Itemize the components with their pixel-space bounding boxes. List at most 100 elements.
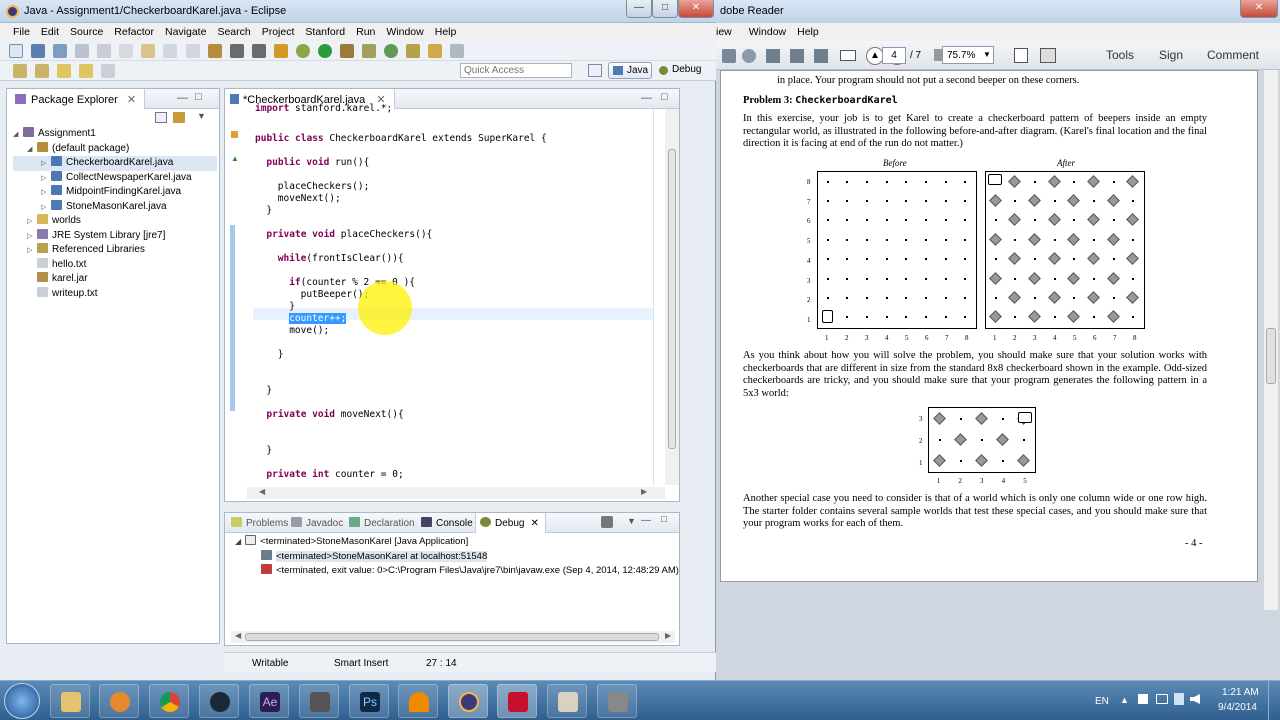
- tools-button[interactable]: Tools: [1106, 48, 1134, 62]
- debug-item-target[interactable]: <terminated>StoneMasonKarel at localhost…: [235, 549, 675, 565]
- perspective-debug-button[interactable]: Debug: [656, 62, 708, 79]
- code-area[interactable]: import stanford.karel.*; public class Che…: [255, 103, 655, 483]
- menu-source[interactable]: Source: [70, 26, 103, 38]
- taskbar-paint-button[interactable]: [547, 684, 587, 718]
- menu-project[interactable]: Project: [262, 26, 295, 38]
- tree-item[interactable]: ▷ worlds: [13, 214, 217, 229]
- menu-view[interactable]: iew: [716, 26, 732, 38]
- tree-item[interactable]: ▷ JRE System Library [jre7]: [13, 228, 217, 245]
- taskbar-film-button[interactable]: [299, 684, 339, 718]
- taskbar-chrome-button[interactable]: [149, 684, 189, 718]
- code-line[interactable]: private void placeCheckers(){: [266, 229, 432, 241]
- tab-console[interactable]: Console: [421, 517, 473, 529]
- package-explorer-tab[interactable]: Package Explorer ✕: [7, 89, 146, 109]
- menu-run[interactable]: Run: [356, 26, 375, 38]
- new-class-icon[interactable]: [384, 44, 399, 58]
- next-annotation-icon[interactable]: [13, 64, 27, 78]
- new-package-icon[interactable]: [362, 44, 376, 58]
- tab-debug[interactable]: Debug ✕: [475, 513, 546, 533]
- maximize-view-icon[interactable]: □: [661, 91, 668, 103]
- cut-icon[interactable]: [97, 44, 112, 58]
- karel-run-icon[interactable]: [229, 44, 244, 58]
- show-desktop-button[interactable]: [1268, 681, 1280, 720]
- debug-item-process[interactable]: <terminated, exit value: 0>C:\Program Fi…: [235, 564, 679, 579]
- debug-icon[interactable]: [295, 44, 310, 58]
- save-all-icon[interactable]: [53, 44, 68, 58]
- menu-navigate[interactable]: Navigate: [165, 26, 206, 38]
- tab-declaration[interactable]: Declaration: [349, 517, 415, 529]
- expand-arrow-icon[interactable]: ◢: [27, 143, 37, 158]
- expand-arrow-icon[interactable]: ◢: [13, 128, 23, 143]
- scroll-right-icon[interactable]: ▶: [641, 487, 647, 496]
- minimize-view-icon[interactable]: —: [641, 515, 651, 526]
- maximize-view-icon[interactable]: □: [661, 514, 667, 525]
- zoom-select[interactable]: 75.7% ▼: [942, 46, 994, 64]
- bottom-scroll-thumb[interactable]: [245, 633, 659, 641]
- menu-window[interactable]: Window: [749, 26, 786, 38]
- menu-search[interactable]: Search: [217, 26, 250, 38]
- last-edit-icon[interactable]: [101, 64, 116, 78]
- display-icon[interactable]: [1156, 694, 1168, 704]
- build-icon[interactable]: [207, 44, 222, 58]
- code-line[interactable]: public class CheckerboardKarel extends S…: [255, 133, 547, 145]
- code-line[interactable]: move();: [289, 325, 329, 337]
- volume-icon[interactable]: [1190, 694, 1200, 704]
- open-icon[interactable]: [766, 49, 780, 63]
- code-line[interactable]: public void run(){: [266, 157, 369, 169]
- minimize-view-icon[interactable]: —: [177, 92, 188, 104]
- adobe-scroll-thumb[interactable]: [1266, 328, 1276, 384]
- vertical-scrollbar[interactable]: [665, 109, 679, 485]
- karel-debug-icon[interactable]: [251, 44, 266, 58]
- vertical-scroll-thumb[interactable]: [668, 149, 676, 449]
- remove-all-terminated-icon[interactable]: [601, 516, 613, 528]
- collapse-arrow-icon[interactable]: ▷: [41, 201, 51, 216]
- back-icon[interactable]: [57, 64, 72, 78]
- menu-help[interactable]: Help: [435, 26, 457, 38]
- tree-item[interactable]: ▷ Referenced Libraries: [13, 243, 217, 258]
- taskbar-vlc-button[interactable]: [398, 684, 438, 718]
- menu-window[interactable]: Window: [386, 26, 423, 38]
- tree-item[interactable]: writeup.txt: [13, 286, 217, 302]
- collapse-arrow-icon[interactable]: ▷: [27, 244, 37, 259]
- task-icon[interactable]: [450, 44, 465, 58]
- close-button[interactable]: ✕: [678, 0, 714, 18]
- taskbar-after-effects-button[interactable]: Ae: [249, 684, 289, 718]
- collapse-arrow-icon[interactable]: ▷: [27, 230, 37, 245]
- tree-item[interactable]: ▷ CollectNewspaperKarel.java: [13, 170, 217, 186]
- collapse-arrow-icon[interactable]: ▷: [41, 157, 51, 172]
- start-button[interactable]: [4, 683, 40, 719]
- redo-icon[interactable]: [185, 44, 200, 58]
- tree-item[interactable]: ▷ StoneMasonKarel.java: [13, 199, 217, 216]
- maximize-button[interactable]: □: [652, 0, 678, 18]
- code-line[interactable]: private int counter = 0;: [266, 469, 403, 481]
- new-icon[interactable]: [9, 44, 23, 58]
- open-type-icon[interactable]: [406, 44, 421, 58]
- menu-help[interactable]: Help: [797, 26, 819, 38]
- tree-item[interactable]: ▷ CheckerboardKarel.java: [13, 156, 217, 171]
- code-line[interactable]: counter++;: [289, 313, 347, 325]
- taskbar-acrobat-button[interactable]: [497, 684, 537, 718]
- scroll-right-icon[interactable]: ▶: [665, 631, 671, 640]
- open-perspective-icon[interactable]: [588, 64, 602, 77]
- taskbar-karel-button[interactable]: [597, 684, 637, 718]
- horizontal-scrollbar[interactable]: ◀ ▶: [247, 487, 665, 499]
- collapse-arrow-icon[interactable]: ▷: [41, 186, 51, 201]
- undo-icon[interactable]: [163, 44, 178, 58]
- close-icon[interactable]: ✕: [127, 94, 136, 106]
- code-line[interactable]: moveNext();: [278, 193, 341, 205]
- paste-icon[interactable]: [141, 44, 156, 58]
- page-number-field[interactable]: 4: [882, 47, 906, 64]
- menu-refactor[interactable]: Refactor: [114, 26, 154, 38]
- code-line[interactable]: }: [266, 205, 272, 217]
- save-icon[interactable]: [31, 44, 46, 58]
- flag-icon[interactable]: [1138, 694, 1148, 704]
- taskbar-media-player-button[interactable]: [99, 684, 139, 718]
- menu-file[interactable]: File: [13, 26, 30, 38]
- tree-item[interactable]: ◢ (default package): [13, 141, 217, 158]
- taskbar-eclipse-button[interactable]: [448, 684, 488, 718]
- tree-item[interactable]: hello.txt: [13, 257, 217, 273]
- code-line[interactable]: }: [278, 349, 284, 361]
- copy-icon[interactable]: [119, 44, 134, 58]
- forward-icon[interactable]: [79, 64, 94, 78]
- submit-icon[interactable]: [273, 44, 288, 58]
